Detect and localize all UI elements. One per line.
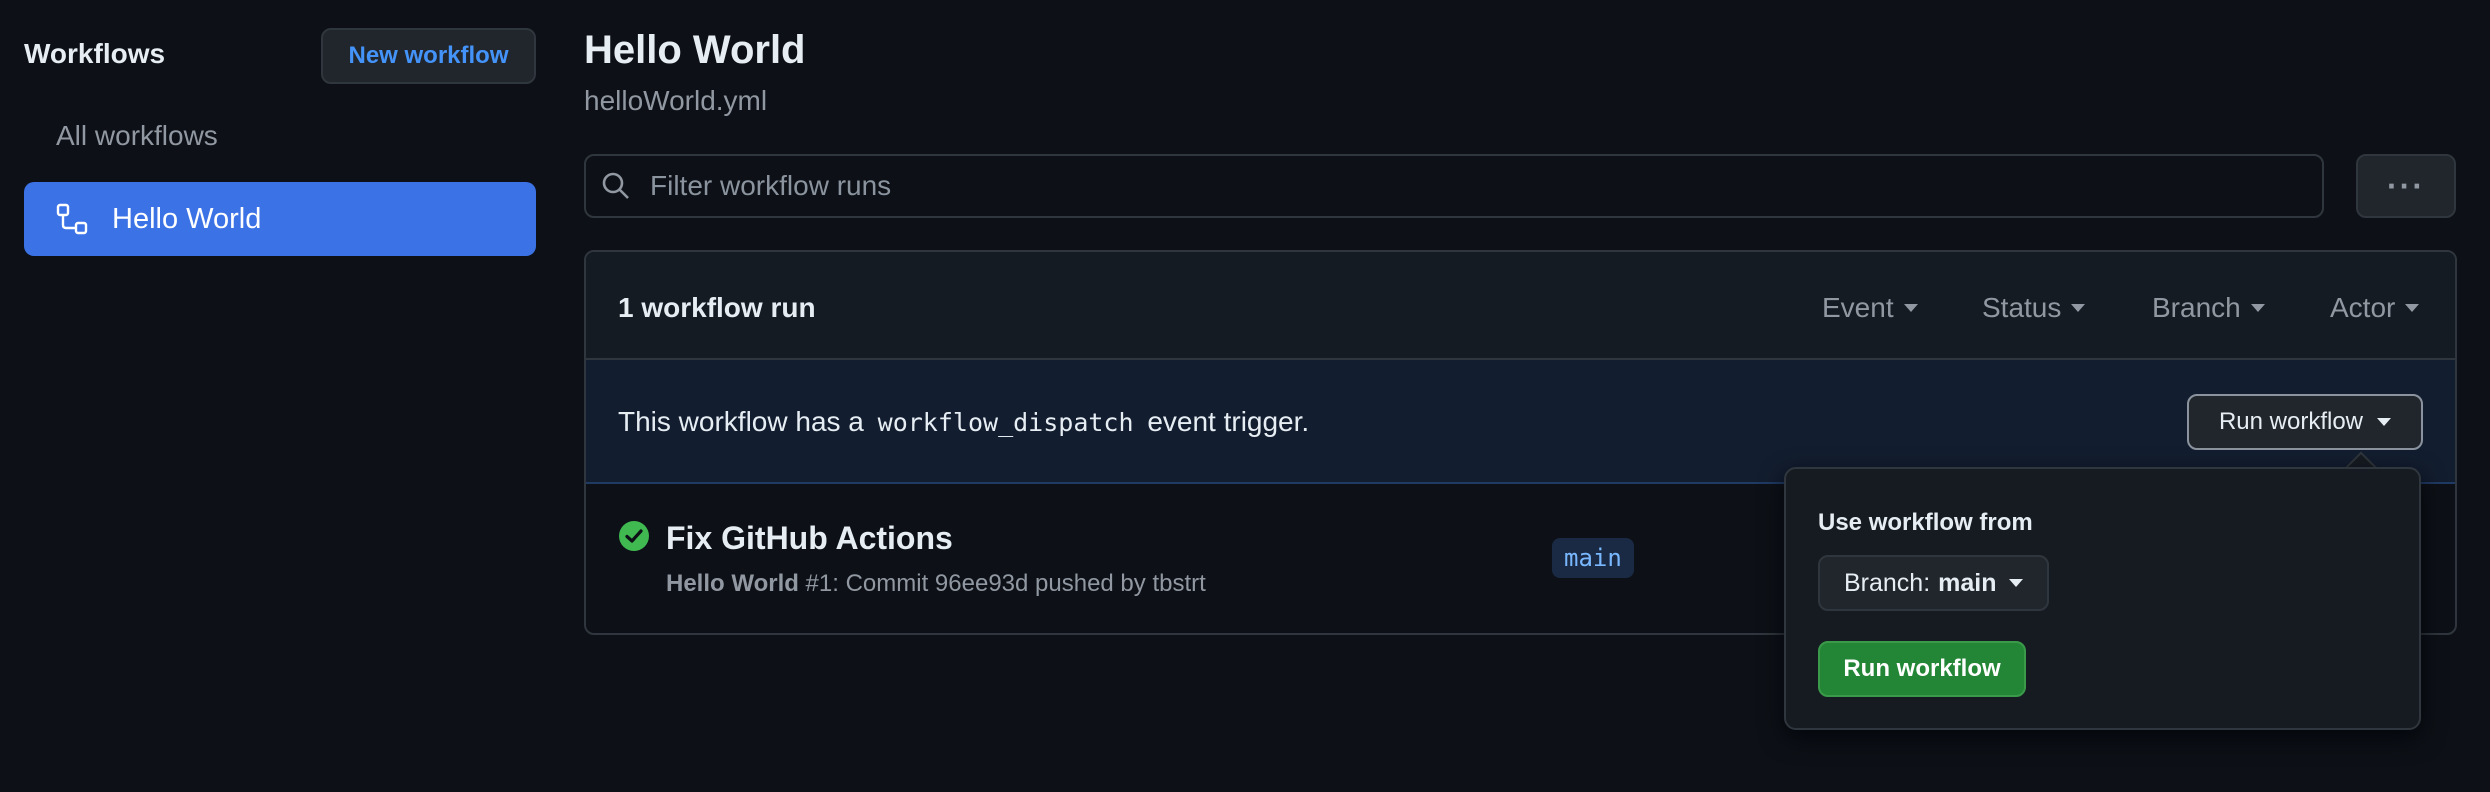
new-workflow-button[interactable]: New workflow bbox=[321, 28, 536, 84]
more-options-button[interactable]: ··· bbox=[2356, 154, 2456, 218]
dispatch-banner: This workflow has a workflow_dispatch ev… bbox=[586, 360, 2455, 484]
sidebar-title: Workflows bbox=[24, 38, 166, 69]
dispatch-code: workflow_dispatch bbox=[877, 408, 1134, 437]
run-workflow-button[interactable]: Run workflow bbox=[1818, 641, 2026, 697]
branch-filter-label: Branch bbox=[2152, 292, 2241, 323]
triangle-down-icon bbox=[2405, 304, 2420, 312]
run-workflow-dropdown-label: Run workflow bbox=[2218, 408, 2364, 435]
run-meta-details: #1: Commit 96ee93d pushed by tbstrt bbox=[798, 570, 1206, 597]
status-filter-label: Status bbox=[1982, 292, 2062, 323]
page-title: Hello World bbox=[584, 28, 806, 72]
workflow-icon bbox=[56, 203, 88, 235]
branch-filter[interactable]: Branch bbox=[2152, 292, 2265, 324]
dispatch-text: This workflow has a workflow_dispatch ev… bbox=[618, 406, 1309, 438]
run-title-link[interactable]: Fix GitHub Actions bbox=[666, 520, 953, 557]
filter-runs-input[interactable] bbox=[650, 170, 2250, 202]
branch-select-prefix: Branch: bbox=[1844, 568, 1931, 597]
popover-title: Use workflow from bbox=[1818, 509, 2033, 536]
triangle-down-icon bbox=[2250, 304, 2265, 312]
triangle-down-icon bbox=[1903, 304, 1918, 312]
actor-filter-label: Actor bbox=[2330, 292, 2396, 323]
run-workflow-popover: Use workflow from Branch: main Run workf… bbox=[1784, 467, 2421, 730]
event-filter[interactable]: Event bbox=[1822, 292, 1918, 324]
triangle-down-icon bbox=[2377, 418, 2392, 426]
runs-header: 1 workflow run Event Status Branch Actor bbox=[586, 252, 2455, 360]
run-meta: Hello World #1: Commit 96ee93d pushed by… bbox=[666, 570, 1206, 598]
runs-count: 1 workflow run bbox=[618, 292, 816, 323]
dispatch-text-after: event trigger. bbox=[1147, 406, 1310, 437]
run-workflow-name: Hello World bbox=[666, 570, 799, 597]
actor-filter[interactable]: Actor bbox=[2330, 292, 2420, 324]
sidebar-item-label: Hello World bbox=[112, 202, 262, 235]
sidebar-item-all-workflows[interactable]: All workflows bbox=[56, 120, 218, 152]
run-workflow-dropdown-button[interactable]: Run workflow bbox=[2187, 394, 2423, 450]
search-icon bbox=[602, 172, 629, 199]
dispatch-text-before: This workflow has a bbox=[618, 406, 864, 437]
event-filter-label: Event bbox=[1822, 292, 1894, 323]
status-filter[interactable]: Status bbox=[1982, 292, 2086, 324]
branch-select[interactable]: Branch: main bbox=[1818, 555, 2049, 611]
workflow-file-link[interactable]: helloWorld.yml bbox=[584, 85, 767, 117]
triangle-down-icon bbox=[2008, 579, 2023, 587]
filter-runs-field[interactable] bbox=[584, 154, 2324, 218]
check-circle-icon bbox=[619, 521, 649, 551]
kebab-horizontal-icon: ··· bbox=[2387, 167, 2425, 204]
sidebar-item-hello-world[interactable]: Hello World bbox=[24, 182, 536, 256]
branch-badge[interactable]: main bbox=[1552, 538, 1634, 578]
triangle-down-icon bbox=[2071, 304, 2086, 312]
branch-select-value: main bbox=[1938, 568, 1997, 597]
